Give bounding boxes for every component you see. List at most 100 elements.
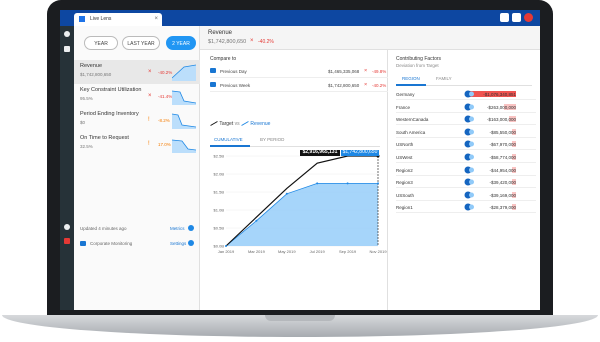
metric-change: -8.2% (158, 118, 170, 123)
y-tick-label: $2.0B (214, 172, 225, 177)
factor-icon (464, 178, 474, 186)
dashboard-icon[interactable] (64, 46, 70, 52)
factor-value: -$1,076,340,851 (483, 92, 516, 97)
period-2year-button[interactable]: 2 YEAR (166, 36, 196, 50)
factor-value: -$67,970,000 (489, 142, 516, 148)
factor-value: -$163,000,000 (486, 117, 516, 123)
corporate-monitoring-text: Corporate Monitoring (90, 241, 133, 246)
home-icon[interactable] (64, 31, 70, 37)
factor-row[interactable]: Region1 -$28,379,000 (396, 201, 536, 214)
factor-icon (464, 90, 474, 98)
tab-by-period[interactable]: BY PERIOD (260, 137, 284, 142)
metric-change: -41.4% (158, 94, 173, 99)
metric-name: Revenue (80, 63, 103, 69)
target-line-icon (210, 121, 218, 127)
user-avatar[interactable] (524, 13, 533, 22)
metric-on-time[interactable]: On Time to Request 32.5% ! 17.0% (74, 132, 200, 156)
factor-row[interactable]: South America -$85,550,000 (396, 126, 536, 138)
factor-name: South America (396, 129, 426, 135)
factor-name: Germany (396, 92, 415, 97)
compare-row-previous-week[interactable]: Previous Week $1,742,800,650 × -40.2% (210, 80, 388, 92)
factor-name: Region3 (396, 180, 413, 186)
help-icon[interactable] (64, 224, 70, 230)
revenue-point (285, 192, 288, 195)
compare-value: $1,465,335,068 (328, 69, 360, 74)
factors-subtitle: Deviation from Target (396, 63, 439, 68)
comparison-section: Compare to Previous Day $1,465,335,068 ×… (200, 50, 388, 310)
metric-revenue[interactable]: Revenue $1,742,800,650 × -40.2% (74, 60, 200, 84)
metrics-panel: YEAR LAST YEAR 2 YEAR Revenue $1,742,800… (74, 26, 200, 310)
active-tab-indicator (396, 84, 426, 86)
metric-key-constraint[interactable]: Key Constraint Utilization 95.5% × -41.4… (74, 84, 200, 108)
settings-link[interactable]: Settings (170, 241, 186, 246)
factor-value: -$44,954,000 (489, 167, 516, 173)
factor-icon (464, 140, 474, 148)
factor-icon (464, 191, 474, 199)
period-year-button[interactable]: YEAR (84, 36, 118, 50)
user-icon[interactable] (188, 240, 194, 246)
y-tick-label: $2.5B (214, 154, 225, 159)
title-bar: Live Lens × (60, 10, 540, 26)
revenue-point (377, 182, 379, 185)
add-icon[interactable] (188, 225, 194, 231)
header-change: -40.2% (258, 39, 274, 45)
compare-value: $1,742,800,650 (328, 83, 360, 88)
x-tick-label: Jul 2019 (310, 249, 326, 254)
compare-change: -49.8% (372, 69, 387, 74)
factor-name: Region2 (396, 167, 413, 173)
factor-row[interactable]: Region2 -$44,954,000 (396, 164, 536, 176)
factor-icon (464, 166, 474, 174)
alert-icon[interactable] (64, 238, 70, 244)
decline-icon: × (148, 93, 152, 99)
revenue-line-icon (241, 121, 249, 127)
x-tick-label: Jan 2019 (218, 249, 235, 254)
decline-icon: × (364, 82, 368, 88)
metric-change: -40.2% (158, 70, 173, 75)
revenue-chart: $0.0B $0.5B $1.0B $1.5B $2.0B $2.5B Jan 2019 Ma… (214, 150, 387, 254)
browser-tab[interactable]: Live Lens × (74, 13, 162, 26)
factor-row[interactable]: USWest -$58,774,000 (396, 151, 536, 163)
revenue-point (255, 219, 258, 222)
tab-family[interactable]: FAMILY (436, 76, 452, 81)
left-rail (60, 26, 74, 310)
factor-row[interactable]: USNorth -$67,970,000 (396, 138, 536, 151)
chat-icon (210, 82, 216, 87)
factor-row[interactable]: USSouth -$39,169,000 (396, 189, 536, 201)
warning-icon: ! (148, 141, 150, 147)
compare-label: Previous Day (220, 69, 247, 74)
tab-region[interactable]: REGION (402, 76, 420, 81)
revenue-point (346, 182, 349, 185)
metric-period-inventory[interactable]: Period Ending Inventory $0 ! -8.2% (74, 108, 200, 132)
factor-icon (464, 203, 474, 211)
decline-icon: × (250, 38, 254, 44)
factor-row[interactable]: Germany -$1,076,340,851 (396, 88, 536, 100)
factors-title: Contributing Factors (396, 56, 442, 62)
notifications-icon[interactable] (500, 13, 509, 22)
tab-cumulative[interactable]: CUMULATIVE (214, 137, 243, 142)
chart-tabs: CUMULATIVE BY PERIOD (210, 135, 380, 147)
revenue-area (226, 183, 378, 246)
tab-close-icon[interactable]: × (154, 16, 158, 22)
compare-row-previous-day[interactable]: Previous Day $1,465,335,068 × -49.8% (210, 66, 388, 78)
factor-row[interactable]: WesternCanada -$163,000,000 (396, 113, 536, 126)
compare-change: -40.2% (372, 83, 387, 88)
factor-row[interactable]: France -$263,000,000 (396, 101, 536, 113)
factor-row[interactable]: Region3 -$39,420,000 (396, 176, 536, 189)
revenue-header: Revenue $1,742,800,650 × -40.2% (200, 26, 540, 50)
grid-icon[interactable] (512, 13, 521, 22)
factor-value: -$39,169,000 (489, 192, 516, 198)
y-tick-label: $1.5B (214, 190, 225, 195)
target-callout: $2,916,965,131 (303, 150, 338, 155)
x-tick-label: May 2019 (278, 249, 296, 254)
metrics-link[interactable]: Metrics (170, 226, 185, 231)
metric-value: $1,742,800,650 (80, 72, 112, 77)
y-tick-label: $1.0B (214, 208, 225, 213)
legend-vs: vs (234, 121, 240, 127)
metric-value: $0 (80, 120, 86, 125)
factor-value: -$263,000,000 (486, 104, 516, 110)
legend-target: Target (219, 121, 234, 127)
factor-icon (464, 103, 474, 111)
compare-title: Compare to (210, 56, 237, 62)
period-last-year-button[interactable]: LAST YEAR (122, 36, 160, 50)
active-tab-indicator (210, 145, 250, 147)
